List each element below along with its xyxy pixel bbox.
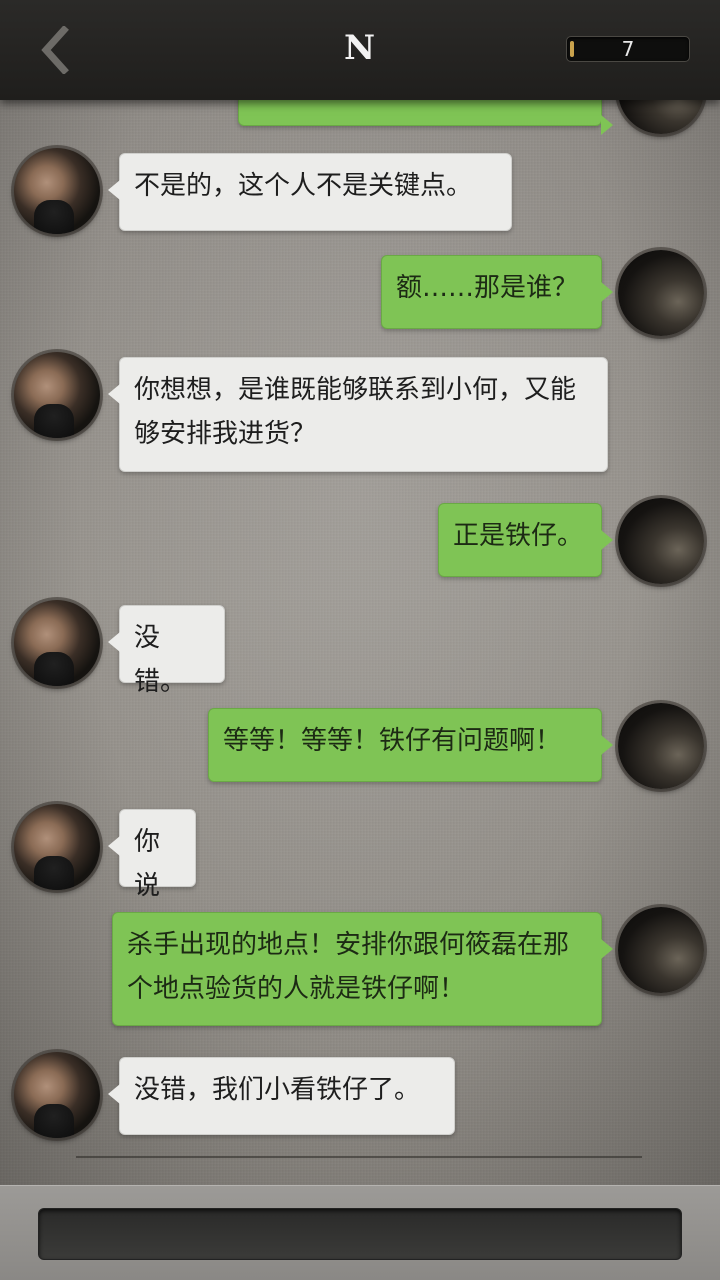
avatar-contact[interactable] xyxy=(14,148,100,234)
message-text: 不是的，这个人不是关键点。 xyxy=(134,171,473,201)
chat-area[interactable]: 不是的，这个人不是关键点。 额……那是谁？ 你想想，是谁既能够联系到小何，又能够… xyxy=(0,0,720,1185)
avatar-contact[interactable] xyxy=(14,600,100,686)
message-bubble: 等等！等等！铁仔有问题啊！ xyxy=(208,708,613,782)
message-bubble: 你想想，是谁既能够联系到小何，又能够安排我进货？ xyxy=(108,357,608,472)
message-bubble: 额……那是谁？ xyxy=(381,255,613,329)
message-bubble: 杀手出现的地点！安排你跟何筱磊在那个地点验货的人就是铁仔啊！ xyxy=(112,912,613,1026)
divider xyxy=(76,1156,642,1158)
avatar-self[interactable] xyxy=(618,250,704,336)
avatar-self[interactable] xyxy=(618,703,704,789)
message-text: 你想想，是谁既能够联系到小何，又能够安排我进货？ xyxy=(134,375,577,449)
counter-value: 7 xyxy=(621,37,635,61)
avatar-self[interactable] xyxy=(618,907,704,993)
message-bubble: 你说 xyxy=(108,809,196,901)
message-input[interactable] xyxy=(38,1208,682,1260)
avatar-contact[interactable] xyxy=(14,804,100,890)
message-bubble: 不是的，这个人不是关键点。 xyxy=(108,153,512,231)
avatar-self[interactable] xyxy=(618,498,704,584)
message-text: 没错。 xyxy=(134,623,187,697)
avatar-contact[interactable] xyxy=(14,352,100,438)
message-text: 没错，我们小看铁仔了。 xyxy=(134,1075,421,1105)
avatar-contact[interactable] xyxy=(14,1052,100,1138)
message-text: 杀手出现的地点！安排你跟何筱磊在那个地点验货的人就是铁仔啊！ xyxy=(127,930,570,1004)
message-text: 等等！等等！铁仔有问题啊！ xyxy=(223,726,562,756)
top-bar: N 7 xyxy=(0,0,720,100)
message-bubble: 没错。 xyxy=(108,605,225,697)
message-bubble: 正是铁仔。 xyxy=(438,503,613,577)
counter-fill xyxy=(570,41,574,57)
counter-badge: 7 xyxy=(566,36,690,62)
bottom-bar xyxy=(0,1185,720,1280)
message-text: 额……那是谁？ xyxy=(396,273,579,303)
message-text: 你说 xyxy=(134,827,161,901)
message-text: 正是铁仔。 xyxy=(453,521,584,551)
message-bubble: 没错，我们小看铁仔了。 xyxy=(108,1057,455,1135)
